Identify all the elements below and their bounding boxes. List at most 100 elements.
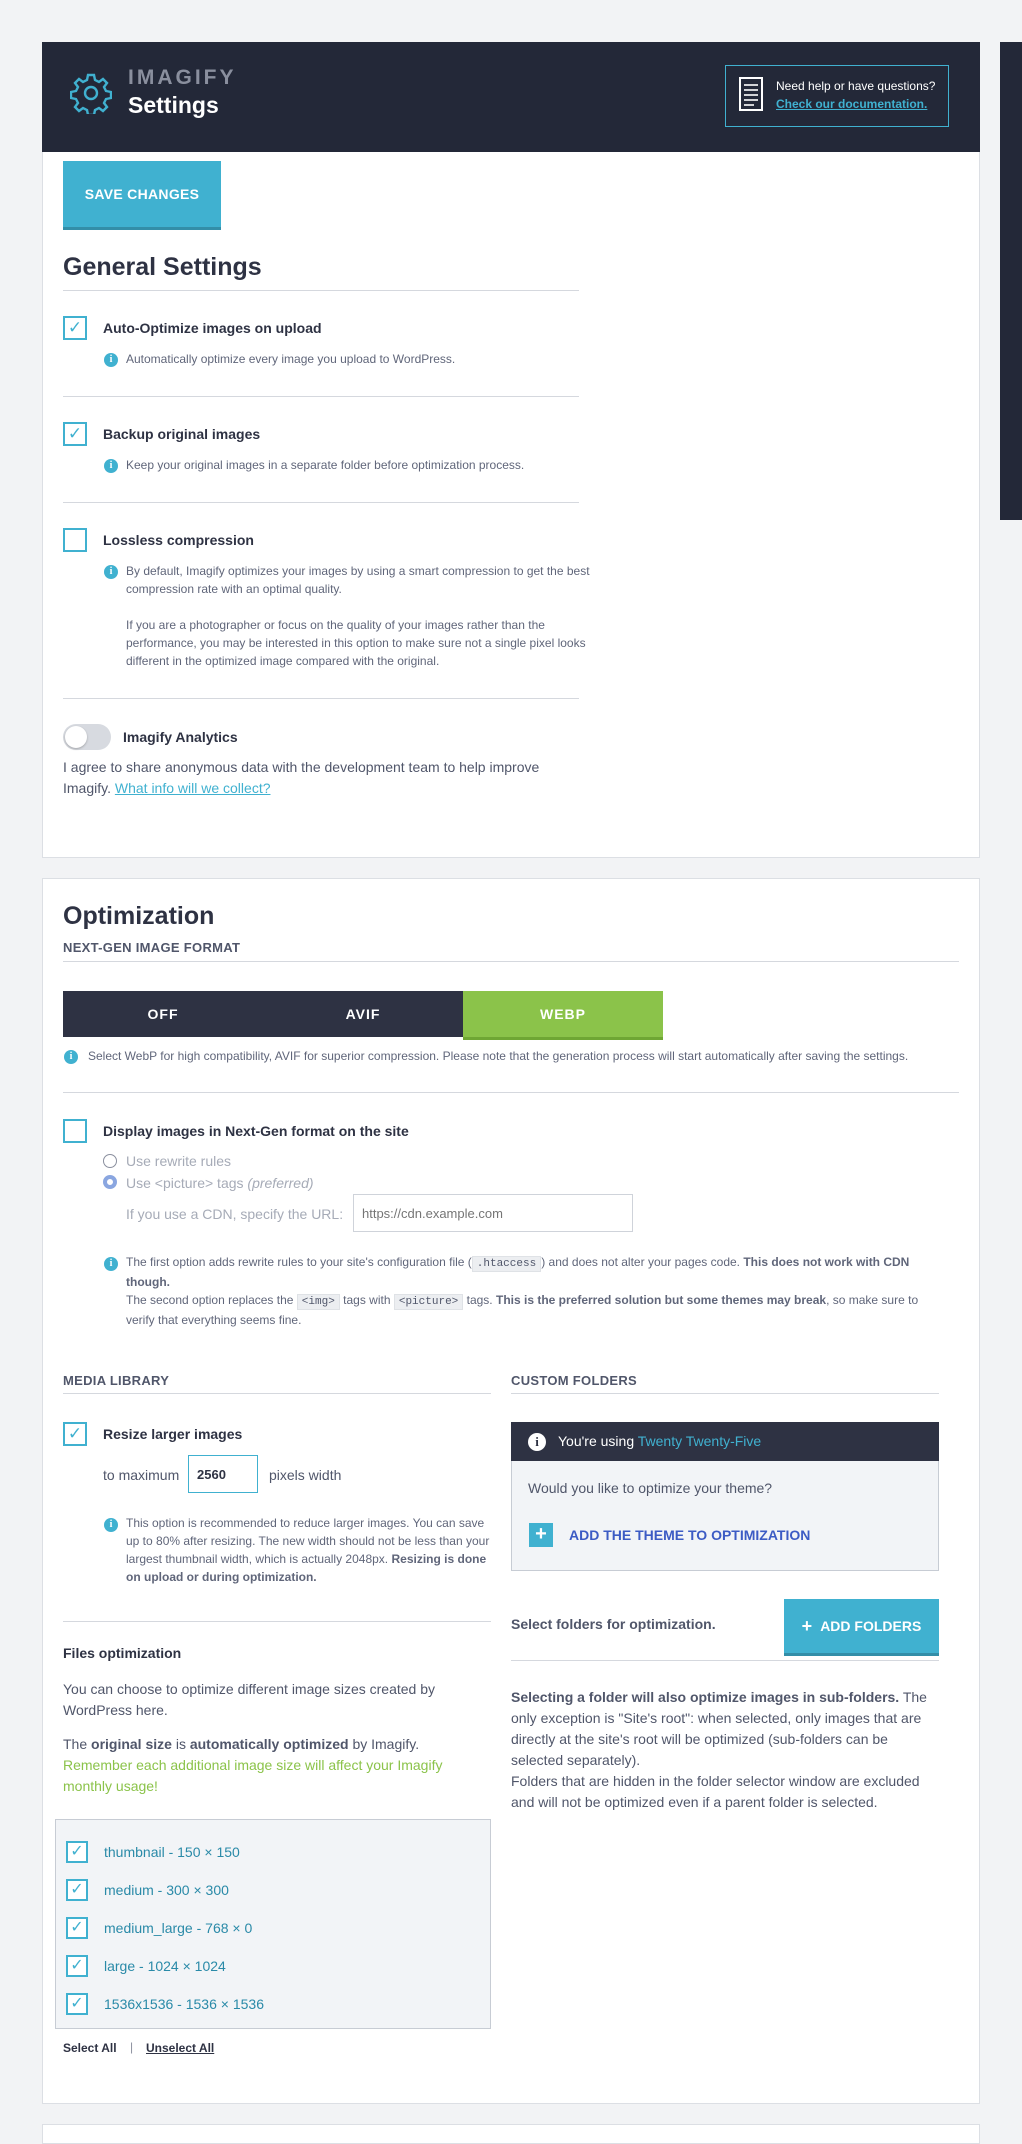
brand-logo-text: IMAGIFY [128,66,237,89]
theme-using-text: You're using Twenty Twenty-Five [558,1433,761,1449]
theme-question: Would you like to optimize your theme? [528,1480,773,1496]
divider [63,502,579,503]
resize-help: This option is recommended to reduce lar… [126,1514,496,1586]
optimization-title: Optimization [63,902,215,930]
plus-icon[interactable]: + [529,1523,553,1547]
info-icon: i [104,565,118,579]
htaccess-code: .htaccess [471,1256,542,1272]
size-label: medium - 300 × 300 [104,1882,229,1898]
help-text: Need help or have questions? [776,79,936,93]
info-icon: i [104,1257,118,1271]
divider [63,698,579,699]
format-help: Select WebP for high compatibility, AVIF… [88,1049,909,1063]
plus-icon: + [801,1615,813,1636]
info-icon: i [104,459,118,473]
analytics-text: I agree to share anonymous data with the… [63,757,563,799]
divider [511,1660,939,1661]
to-maximum-label: to maximum [103,1467,180,1483]
divider [63,290,579,291]
radio-picture-tags[interactable] [103,1175,117,1189]
size-label: 1536x1536 - 1536 × 1536 [104,1996,264,2012]
lossless-help-1: By default, Imagify optimizes your image… [126,564,590,596]
original-size-text: The original size is automatically optim… [63,1734,483,1797]
add-folders-label: ADD FOLDERS [820,1618,922,1634]
info-icon: i [64,1050,78,1064]
add-folders-button[interactable]: + ADD FOLDERS [784,1599,939,1653]
lossless-help-2: If you are a photographer or focus on th… [126,618,586,668]
divider [511,1393,939,1394]
nextgen-heading: NEXT-GEN IMAGE FORMAT [63,940,241,955]
size-label: thumbnail - 150 × 150 [104,1844,240,1860]
divider [63,1092,959,1093]
custom-folders-heading: CUSTOM FOLDERS [511,1373,638,1388]
using-label: You're using [558,1433,635,1449]
select-folders-text: Select folders for optimization. [511,1616,716,1632]
divider [63,1621,491,1622]
media-library-heading: MEDIA LIBRARY [63,1373,170,1388]
radio-rewrite-label: Use rewrite rules [126,1153,232,1169]
img-code: <img> [296,1294,340,1310]
size-checkbox[interactable]: ✓ [66,1955,88,1977]
orig-d: automatically optimized [189,1736,349,1752]
toggle-knob [65,726,87,748]
link-separator: | [130,2040,134,2054]
usage-warning: Remember each additional image size will… [63,1757,443,1794]
orig-b: original size [91,1736,172,1752]
auto-optimize-checkbox[interactable]: ✓ [63,316,87,340]
analytics-label: Imagify Analytics [123,729,238,745]
unselect-all-link[interactable]: Unselect All [146,2041,214,2055]
lossless-label: Lossless compression [103,532,254,548]
theme-name: Twenty Twenty-Five [637,1433,762,1449]
divider [63,961,959,962]
auto-optimize-help: Automatically optimize every image you u… [126,352,456,366]
files-text: You can choose to optimize different ima… [63,1681,435,1718]
info-icon: i [528,1433,546,1451]
note2-text-b: tags with [343,1293,391,1307]
add-theme-button[interactable]: ADD THE THEME TO OPTIMIZATION [569,1527,810,1543]
size-label: medium_large - 768 × 0 [104,1920,253,1936]
size-checkbox[interactable]: ✓ [66,1841,88,1863]
cdn-url-input[interactable] [353,1194,633,1232]
orig-e: by Imagify. [352,1736,420,1752]
radio-picture-text: Use <picture> tags [126,1175,244,1191]
note1-text-b: ) and does not alter your pages code. [541,1255,740,1269]
note2-bold: This is the preferred solution but some … [495,1293,827,1307]
size-checkbox[interactable]: ✓ [66,1879,88,1901]
documentation-link[interactable]: Check our documentation. [776,97,927,111]
divider [63,396,579,397]
nextgen-notes: The first option adds rewrite rules to y… [126,1253,946,1329]
auto-optimize-label: Auto-Optimize images on upload [103,320,322,336]
lossless-checkbox[interactable] [63,528,87,552]
size-checkbox[interactable]: ✓ [66,1993,88,2015]
radio-rewrite-rules[interactable] [103,1154,117,1168]
format-avif-button[interactable]: AVIF [263,991,463,1037]
general-settings-title: General Settings [63,253,262,281]
format-webp-button[interactable]: WEBP [463,991,663,1037]
backup-checkbox[interactable]: ✓ [63,422,87,446]
orig-c: is [175,1736,186,1752]
next-card [42,2124,980,2144]
format-off-button[interactable]: OFF [63,991,263,1037]
side-panel-edge [1000,42,1022,520]
picture-code: <picture> [393,1294,464,1310]
save-changes-button[interactable]: SAVE CHANGES [63,161,221,227]
note1-text: The first option adds rewrite rules to y… [126,1255,472,1269]
max-width-input[interactable] [188,1455,258,1493]
files-optimization-heading: Files optimization [63,1645,182,1661]
display-nextgen-checkbox[interactable] [63,1119,87,1143]
size-checkbox[interactable]: ✓ [66,1917,88,1939]
resize-checkbox[interactable]: ✓ [63,1422,87,1446]
pixels-width-label: pixels width [269,1467,342,1483]
size-label: large - 1024 × 1024 [104,1958,226,1974]
orig-a: The [63,1736,88,1752]
display-nextgen-label: Display images in Next-Gen format on the… [103,1123,409,1139]
backup-help: Keep your original images in a separate … [126,458,525,472]
cdn-label: If you use a CDN, specify the URL: [126,1206,344,1222]
select-all-link[interactable]: Select All [63,2041,117,2055]
note2-text: The second option replaces the [126,1293,294,1307]
divider [63,1393,491,1394]
preferred-note: (preferred) [247,1175,314,1191]
note2-text-c: tags. [466,1293,493,1307]
page-title: Settings [128,92,219,118]
analytics-info-link[interactable]: What info will we collect? [115,780,271,796]
